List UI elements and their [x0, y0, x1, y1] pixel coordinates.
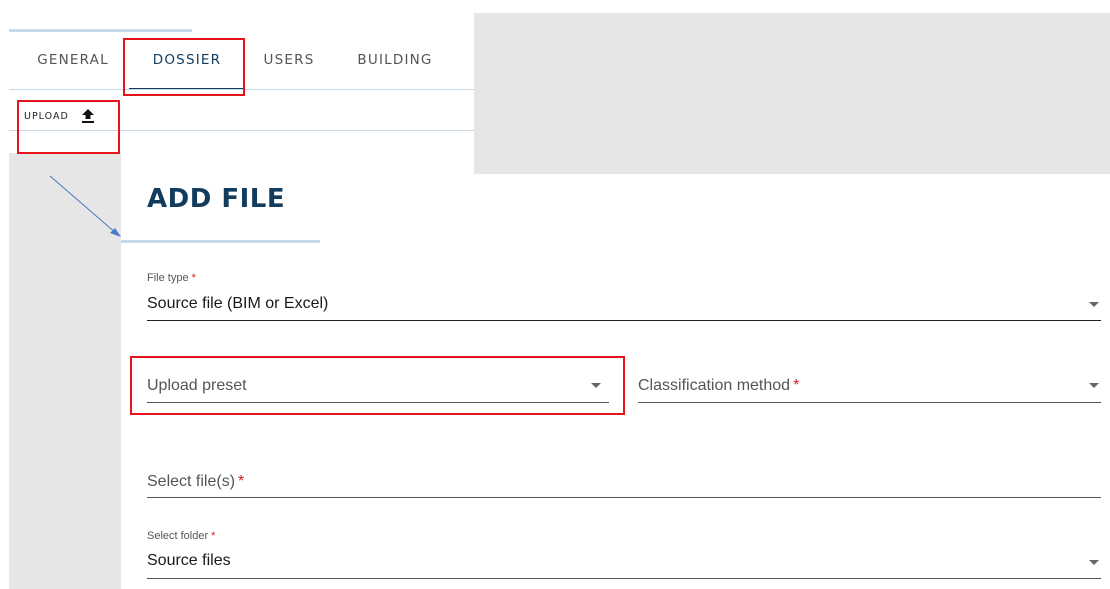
tab-bar: GENERAL DOSSIER USERS BUILDING [9, 40, 474, 90]
dialog-title: ADD FILE [147, 184, 286, 214]
file-type-label: File type * [147, 272, 196, 284]
required-mark: * [191, 272, 196, 284]
chevron-down-icon [1089, 383, 1099, 388]
select-folder-value: Source files [147, 552, 231, 569]
classification-method-underline [638, 402, 1101, 403]
select-folder-underline [147, 578, 1101, 579]
required-mark: * [793, 377, 800, 394]
required-mark: * [238, 473, 245, 490]
upload-preset-underline [147, 402, 609, 403]
tab-general[interactable]: GENERAL [33, 40, 113, 88]
select-files-input[interactable]: Select file(s) * [147, 470, 1101, 502]
classification-method-select[interactable]: Classification method * [638, 374, 1101, 406]
tab-bar-divider [9, 89, 474, 90]
top-accent-bar [9, 29, 192, 32]
title-accent-bar [121, 240, 320, 243]
required-mark: * [211, 530, 216, 542]
tab-dossier[interactable]: DOSSIER [137, 40, 237, 88]
file-type-select[interactable]: File type * Source file (BIM or Excel) [147, 272, 1101, 324]
select-files-underline [147, 497, 1101, 498]
file-type-value: Source file (BIM or Excel) [147, 295, 329, 312]
chevron-down-icon [1089, 560, 1099, 565]
upload-button[interactable]: UPLOAD [24, 104, 95, 128]
tab-building[interactable]: BUILDING [347, 40, 443, 88]
upload-arrow-icon [81, 108, 95, 124]
select-folder-label: Select folder * [147, 530, 216, 542]
select-folder-select[interactable]: Select folder * Source files [147, 530, 1101, 582]
upload-label: UPLOAD [24, 110, 69, 122]
classification-method-placeholder: Classification method * [638, 377, 800, 394]
chevron-down-icon [591, 383, 601, 388]
background-panel-left [9, 153, 121, 589]
background-panel-right [474, 13, 1110, 174]
toolbar-divider [9, 130, 474, 131]
select-files-placeholder: Select file(s) * [147, 473, 245, 490]
chevron-down-icon [1089, 302, 1099, 307]
file-type-underline [147, 320, 1101, 321]
upload-preset-select[interactable]: Upload preset [147, 374, 609, 406]
tab-users[interactable]: USERS [257, 40, 321, 88]
upload-preset-placeholder: Upload preset [147, 377, 247, 394]
